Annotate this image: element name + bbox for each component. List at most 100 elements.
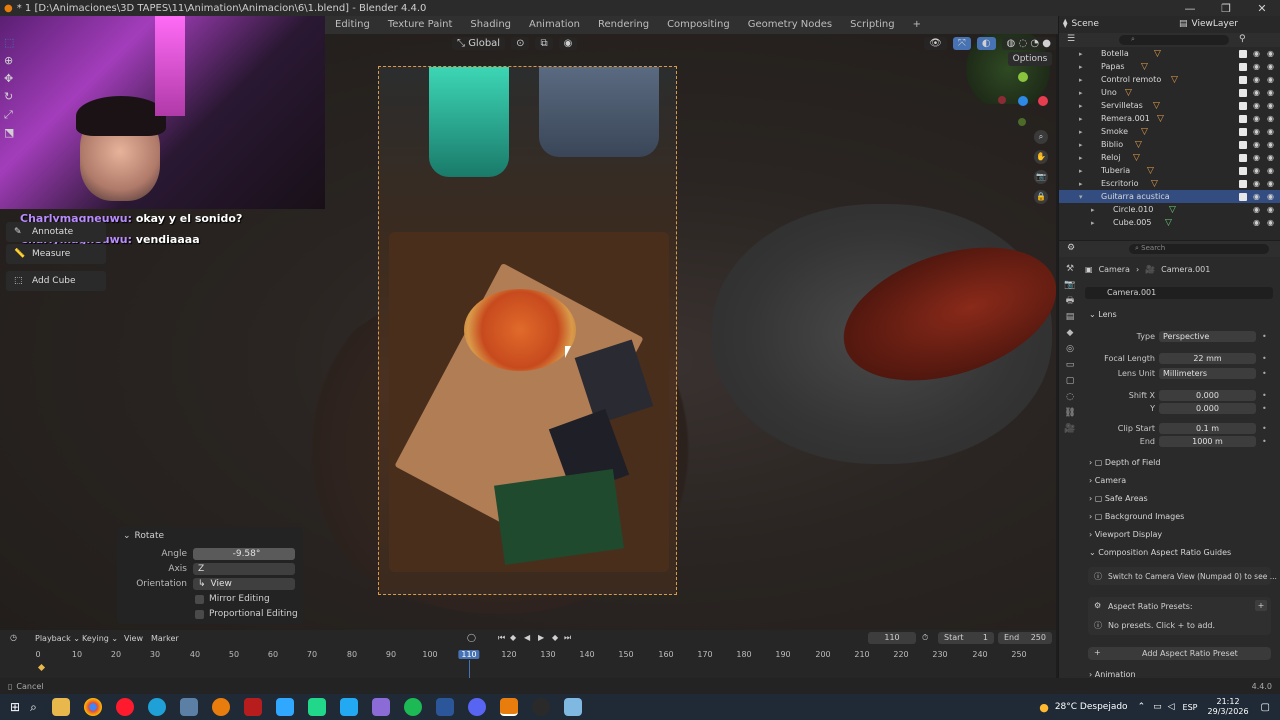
- checkbox-icon[interactable]: [1239, 49, 1247, 58]
- add-aspect-preset-button[interactable]: + Add Aspect Ratio Preset: [1088, 647, 1271, 660]
- angle-field[interactable]: -9.58°: [193, 548, 295, 560]
- tab-rendering[interactable]: Rendering: [589, 16, 658, 34]
- outliner-item[interactable]: ▸ Servilletas ▽ ◉ ◉: [1059, 99, 1280, 112]
- render-tab-icon[interactable]: 📷: [1061, 277, 1079, 293]
- outliner-item[interactable]: ▸ Control remoto ▽ ◉ ◉: [1059, 73, 1280, 86]
- select-tool-icon[interactable]: ⬚: [4, 36, 22, 54]
- collapse-icon[interactable]: ▾: [1079, 193, 1083, 201]
- y-axis-icon[interactable]: [1018, 96, 1028, 106]
- eye-icon[interactable]: ◉: [1253, 166, 1260, 175]
- file-explorer-icon[interactable]: [51, 698, 70, 716]
- checkbox-icon[interactable]: [1239, 114, 1247, 123]
- weather-text[interactable]: 28°C Despejado: [1055, 702, 1128, 712]
- keyframe-dot-icon[interactable]: •: [1262, 354, 1267, 363]
- maximize-button[interactable]: ❐: [1208, 2, 1244, 15]
- scene-selector[interactable]: ⧫ Scene: [1063, 17, 1173, 31]
- render-icon[interactable]: ◉: [1267, 114, 1274, 123]
- proportional-editing-row[interactable]: Proportional Editing: [117, 607, 303, 621]
- scale-tool-icon[interactable]: ⤢: [4, 108, 22, 126]
- outliner-item-selected[interactable]: ▾ Guitarra acustica ◉ ◉: [1059, 190, 1280, 203]
- eye-icon[interactable]: ◉: [1253, 153, 1260, 162]
- checkbox-icon[interactable]: [1239, 179, 1247, 188]
- photoshop-icon[interactable]: [275, 698, 294, 716]
- blender-active-icon[interactable]: [499, 698, 518, 716]
- eye-icon[interactable]: ◉: [1253, 114, 1260, 123]
- type-dropdown[interactable]: Perspective: [1159, 330, 1256, 342]
- tool-tab-icon[interactable]: ⚒: [1061, 261, 1079, 277]
- language-indicator[interactable]: ESP: [1183, 703, 1198, 712]
- checkbox-icon[interactable]: [1239, 75, 1247, 84]
- mirror-editing-checkbox[interactable]: [195, 594, 204, 604]
- render-icon[interactable]: ◉: [1267, 62, 1274, 71]
- tab-texture-paint[interactable]: Texture Paint: [379, 16, 462, 34]
- overlay-icon[interactable]: ◐: [976, 36, 996, 50]
- expand-icon[interactable]: ▸: [1079, 128, 1083, 136]
- eye-icon[interactable]: ◉: [1253, 88, 1260, 97]
- minimize-button[interactable]: —: [1172, 2, 1208, 15]
- outliner-item[interactable]: ▸ Escritorio ▽ ◉ ◉: [1059, 177, 1280, 190]
- pycharm-icon[interactable]: [307, 698, 326, 716]
- video-editor-icon[interactable]: [243, 698, 262, 716]
- checkbox-icon[interactable]: [1239, 192, 1247, 201]
- checkbox-icon[interactable]: [1239, 62, 1247, 71]
- mirror-editing-row[interactable]: Mirror Editing: [117, 592, 303, 606]
- z-axis-icon[interactable]: [1018, 72, 1028, 82]
- expand-icon[interactable]: ▸: [1079, 167, 1083, 175]
- shift-y-field[interactable]: 0.000: [1159, 402, 1256, 414]
- tab-geometry-nodes[interactable]: Geometry Nodes: [739, 16, 841, 34]
- eye-icon[interactable]: ◉: [1253, 179, 1260, 188]
- eye-icon[interactable]: ◉: [1253, 205, 1260, 214]
- axis-dropdown[interactable]: Z: [193, 563, 295, 575]
- keyframe-dot-icon[interactable]: •: [1262, 437, 1267, 446]
- outliner-editor-icon[interactable]: ☰: [1067, 34, 1075, 44]
- eye-icon[interactable]: ◉: [1253, 62, 1260, 71]
- discord-icon[interactable]: [467, 698, 486, 716]
- add-cube-tool-button[interactable]: ⬚ Add Cube: [6, 271, 106, 291]
- expand-icon[interactable]: ▸: [1079, 180, 1083, 188]
- search-icon[interactable]: ⌕: [30, 700, 37, 715]
- neg-z-axis-icon[interactable]: [1018, 118, 1026, 126]
- tab-editing[interactable]: Editing: [326, 16, 379, 34]
- cursor-tool-icon[interactable]: ⊕: [4, 54, 22, 72]
- orientation-dropdown[interactable]: ↳ View: [193, 578, 295, 590]
- outliner-item[interactable]: ▸ Botella ▽ ◉ ◉: [1059, 47, 1280, 60]
- viewport-options-button[interactable]: Options: [1008, 52, 1052, 66]
- render-icon[interactable]: ◉: [1267, 192, 1274, 201]
- keyframe-dot-icon[interactable]: •: [1262, 404, 1267, 413]
- obs-icon[interactable]: [531, 698, 550, 716]
- navigation-gizmo[interactable]: [996, 72, 1052, 128]
- expand-icon[interactable]: ▸: [1079, 50, 1083, 58]
- checkbox-icon[interactable]: [1239, 140, 1247, 149]
- expand-icon[interactable]: ▸: [1079, 89, 1083, 97]
- keyframe-diamond-icon[interactable]: [37, 663, 46, 672]
- current-frame-tick[interactable]: 110: [458, 650, 480, 659]
- clock[interactable]: 21:12 29/3/2026: [1208, 697, 1249, 717]
- composition-guides-section[interactable]: ⌄ Composition Aspect Ratio Guides: [1089, 548, 1274, 557]
- tab-scripting[interactable]: Scripting: [841, 16, 903, 34]
- expand-icon[interactable]: ▸: [1079, 76, 1083, 84]
- visibility-icon[interactable]: 👁: [924, 36, 947, 50]
- tab-shading[interactable]: Shading: [461, 16, 520, 34]
- chrome-icon[interactable]: [83, 698, 102, 716]
- outliner-item[interactable]: ▸ Tuberia ▽ ◉ ◉: [1059, 164, 1280, 177]
- move-tool-icon[interactable]: ✥: [4, 72, 22, 90]
- render-icon[interactable]: ◉: [1267, 49, 1274, 58]
- proportional-edit-icon[interactable]: ◉: [558, 36, 578, 50]
- filter-icon[interactable]: ⚲: [1239, 34, 1246, 44]
- render-icon[interactable]: ◉: [1267, 179, 1274, 188]
- safe-areas-section[interactable]: › ▢ Safe Areas: [1089, 494, 1274, 503]
- notes-icon[interactable]: [563, 698, 582, 716]
- output-tab-icon[interactable]: 🖶: [1061, 293, 1079, 309]
- render-icon[interactable]: ◉: [1267, 101, 1274, 110]
- app-icon[interactable]: [371, 698, 390, 716]
- outliner-item[interactable]: ▸ Cube.005 ▽ ◉ ◉: [1059, 216, 1280, 229]
- outliner-item[interactable]: ▸ Papas ▽ ◉ ◉: [1059, 60, 1280, 73]
- notification-icon[interactable]: ▢: [1261, 702, 1270, 713]
- clip-end-field[interactable]: 1000 m: [1159, 435, 1256, 447]
- shift-x-field[interactable]: 0.000: [1159, 389, 1256, 401]
- properties-editor-icon[interactable]: ⚙: [1067, 243, 1075, 253]
- outliner-item[interactable]: ▸ Reloj ▽ ◉ ◉: [1059, 151, 1280, 164]
- outliner-item[interactable]: ▸ Remera.001 ▽ ◉ ◉: [1059, 112, 1280, 125]
- animation-section[interactable]: › Animation: [1089, 670, 1274, 678]
- gizmo-icon[interactable]: ⤧: [952, 36, 971, 50]
